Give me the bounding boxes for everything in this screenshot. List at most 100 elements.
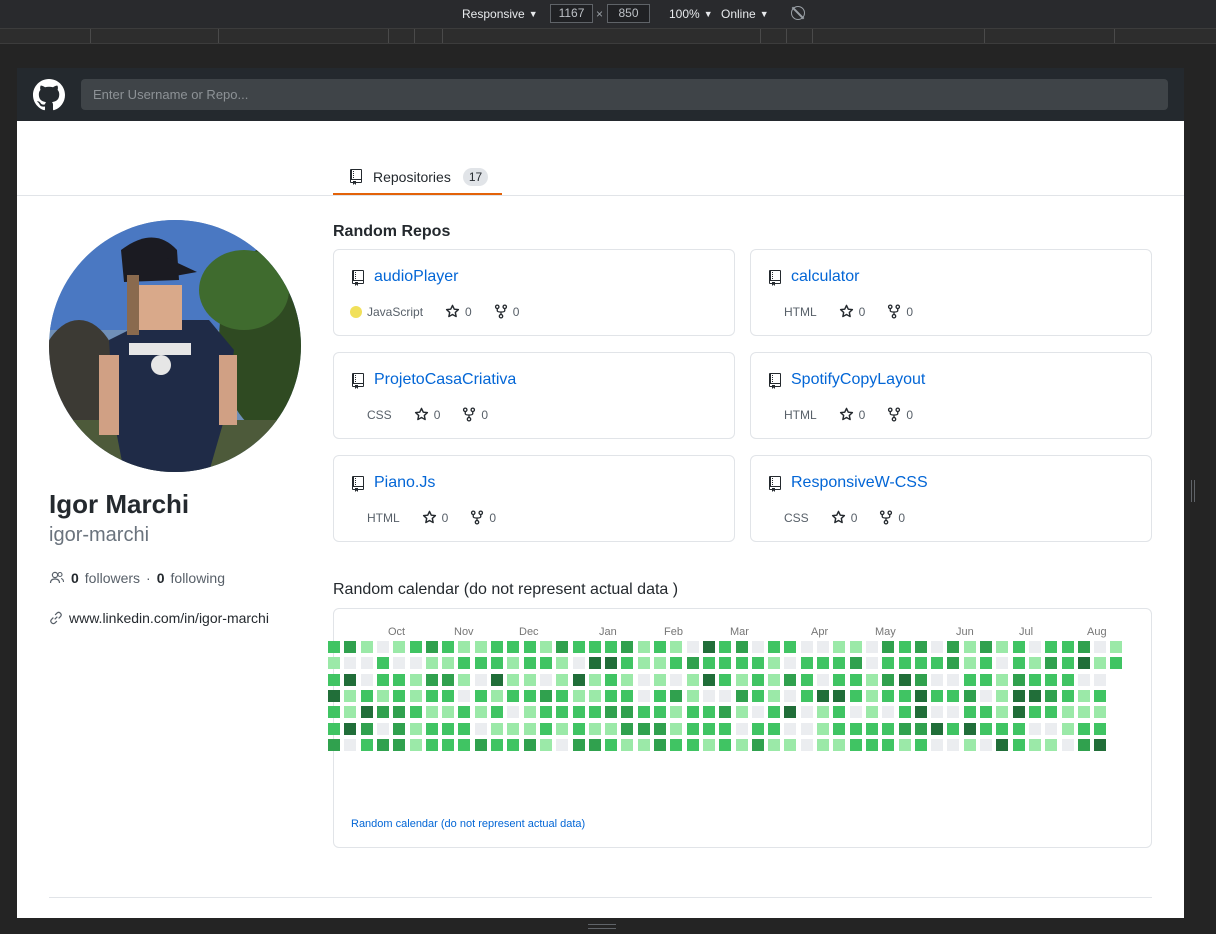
calendar-day-cell[interactable] [882, 722, 895, 735]
calendar-day-cell[interactable] [898, 673, 911, 686]
calendar-day-cell[interactable] [360, 673, 373, 686]
calendar-day-cell[interactable] [686, 689, 699, 702]
calendar-day-cell[interactable] [376, 722, 389, 735]
calendar-day-cell[interactable] [931, 657, 944, 670]
calendar-day-cell[interactable] [670, 689, 683, 702]
calendar-day-cell[interactable] [914, 738, 927, 751]
calendar-day-cell[interactable] [588, 738, 601, 751]
calendar-day-cell[interactable] [654, 641, 666, 653]
calendar-day-cell[interactable] [996, 689, 1009, 702]
calendar-day-cell[interactable] [393, 722, 406, 735]
calendar-day-cell[interactable] [882, 657, 895, 670]
calendar-day-cell[interactable] [442, 641, 455, 653]
calendar-day-cell[interactable] [425, 722, 438, 735]
calendar-day-cell[interactable] [474, 657, 487, 670]
calendar-day-cell[interactable] [1045, 689, 1058, 702]
calendar-day-cell[interactable] [442, 673, 455, 686]
calendar-day-cell[interactable] [637, 673, 650, 686]
calendar-day-cell[interactable] [784, 673, 797, 686]
calendar-day-cell[interactable] [360, 722, 373, 735]
calendar-day-cell[interactable] [1045, 673, 1058, 686]
calendar-day-cell[interactable] [817, 722, 829, 735]
calendar-day-cell[interactable] [328, 657, 340, 670]
calendar-day-cell[interactable] [605, 641, 618, 653]
repo-card[interactable]: ProjetoCasaCriativa CSS 0 0 [333, 352, 735, 439]
calendar-day-cell[interactable] [1077, 738, 1090, 751]
calendar-day-cell[interactable] [800, 706, 813, 719]
calendar-day-cell[interactable] [947, 657, 960, 670]
calendar-day-cell[interactable] [507, 722, 520, 735]
calendar-day-cell[interactable] [768, 722, 781, 735]
calendar-day-cell[interactable] [702, 738, 715, 751]
calendar-day-cell[interactable] [458, 738, 471, 751]
calendar-day-cell[interactable] [491, 689, 503, 702]
calendar-day-cell[interactable] [931, 738, 944, 751]
calendar-day-cell[interactable] [344, 706, 357, 719]
calendar-day-cell[interactable] [768, 689, 781, 702]
calendar-day-cell[interactable] [409, 641, 422, 653]
repo-card[interactable]: calculator HTML 0 0 [750, 249, 1152, 336]
calendar-day-cell[interactable] [360, 689, 373, 702]
calendar-day-cell[interactable] [1061, 641, 1074, 653]
calendar-day-cell[interactable] [588, 673, 601, 686]
calendar-day-cell[interactable] [898, 722, 911, 735]
calendar-day-cell[interactable] [768, 738, 781, 751]
calendar-day-cell[interactable] [376, 706, 389, 719]
calendar-day-cell[interactable] [474, 689, 487, 702]
calendar-day-cell[interactable] [605, 689, 618, 702]
calendar-day-cell[interactable] [963, 641, 976, 653]
calendar-day-cell[interactable] [849, 738, 862, 751]
calendar-day-cell[interactable] [654, 738, 666, 751]
calendar-day-cell[interactable] [865, 738, 878, 751]
calendar-day-cell[interactable] [1045, 641, 1058, 653]
calendar-day-cell[interactable] [1045, 706, 1058, 719]
calendar-day-cell[interactable] [393, 673, 406, 686]
calendar-day-cell[interactable] [344, 673, 357, 686]
calendar-day-cell[interactable] [963, 657, 976, 670]
calendar-day-cell[interactable] [442, 657, 455, 670]
calendar-day-cell[interactable] [393, 657, 406, 670]
calendar-day-cell[interactable] [621, 657, 634, 670]
calendar-day-cell[interactable] [621, 738, 634, 751]
calendar-day-cell[interactable] [980, 722, 992, 735]
calendar-day-cell[interactable] [654, 706, 666, 719]
calendar-day-cell[interactable] [376, 673, 389, 686]
calendar-day-cell[interactable] [1028, 689, 1041, 702]
calendar-day-cell[interactable] [1012, 706, 1025, 719]
calendar-day-cell[interactable] [751, 689, 764, 702]
calendar-day-cell[interactable] [1012, 689, 1025, 702]
calendar-day-cell[interactable] [735, 738, 748, 751]
calendar-day-cell[interactable] [914, 657, 927, 670]
calendar-day-cell[interactable] [947, 673, 960, 686]
calendar-day-cell[interactable] [882, 689, 895, 702]
calendar-day-cell[interactable] [702, 706, 715, 719]
calendar-day-cell[interactable] [914, 673, 927, 686]
calendar-day-cell[interactable] [328, 722, 340, 735]
calendar-day-cell[interactable] [539, 657, 552, 670]
calendar-day-cell[interactable] [996, 641, 1009, 653]
calendar-day-cell[interactable] [751, 641, 764, 653]
calendar-day-cell[interactable] [539, 738, 552, 751]
calendar-day-cell[interactable] [1061, 657, 1074, 670]
resize-handle-right[interactable] [1191, 480, 1195, 502]
calendar-day-cell[interactable] [344, 657, 357, 670]
calendar-day-cell[interactable] [523, 738, 536, 751]
calendar-day-cell[interactable] [588, 722, 601, 735]
calendar-day-cell[interactable] [572, 738, 585, 751]
calendar-day-cell[interactable] [686, 706, 699, 719]
calendar-day-cell[interactable] [507, 657, 520, 670]
calendar-day-cell[interactable] [523, 657, 536, 670]
calendar-day-cell[interactable] [344, 722, 357, 735]
calendar-day-cell[interactable] [1061, 722, 1074, 735]
calendar-day-cell[interactable] [328, 706, 340, 719]
calendar-day-cell[interactable] [556, 689, 569, 702]
calendar-day-cell[interactable] [931, 641, 944, 653]
repo-card[interactable]: Piano.Js HTML 0 0 [333, 455, 735, 542]
calendar-day-cell[interactable] [1028, 641, 1041, 653]
calendar-day-cell[interactable] [800, 657, 813, 670]
calendar-day-cell[interactable] [800, 673, 813, 686]
calendar-day-cell[interactable] [425, 738, 438, 751]
calendar-day-cell[interactable] [963, 738, 976, 751]
calendar-day-cell[interactable] [539, 722, 552, 735]
calendar-day-cell[interactable] [686, 722, 699, 735]
